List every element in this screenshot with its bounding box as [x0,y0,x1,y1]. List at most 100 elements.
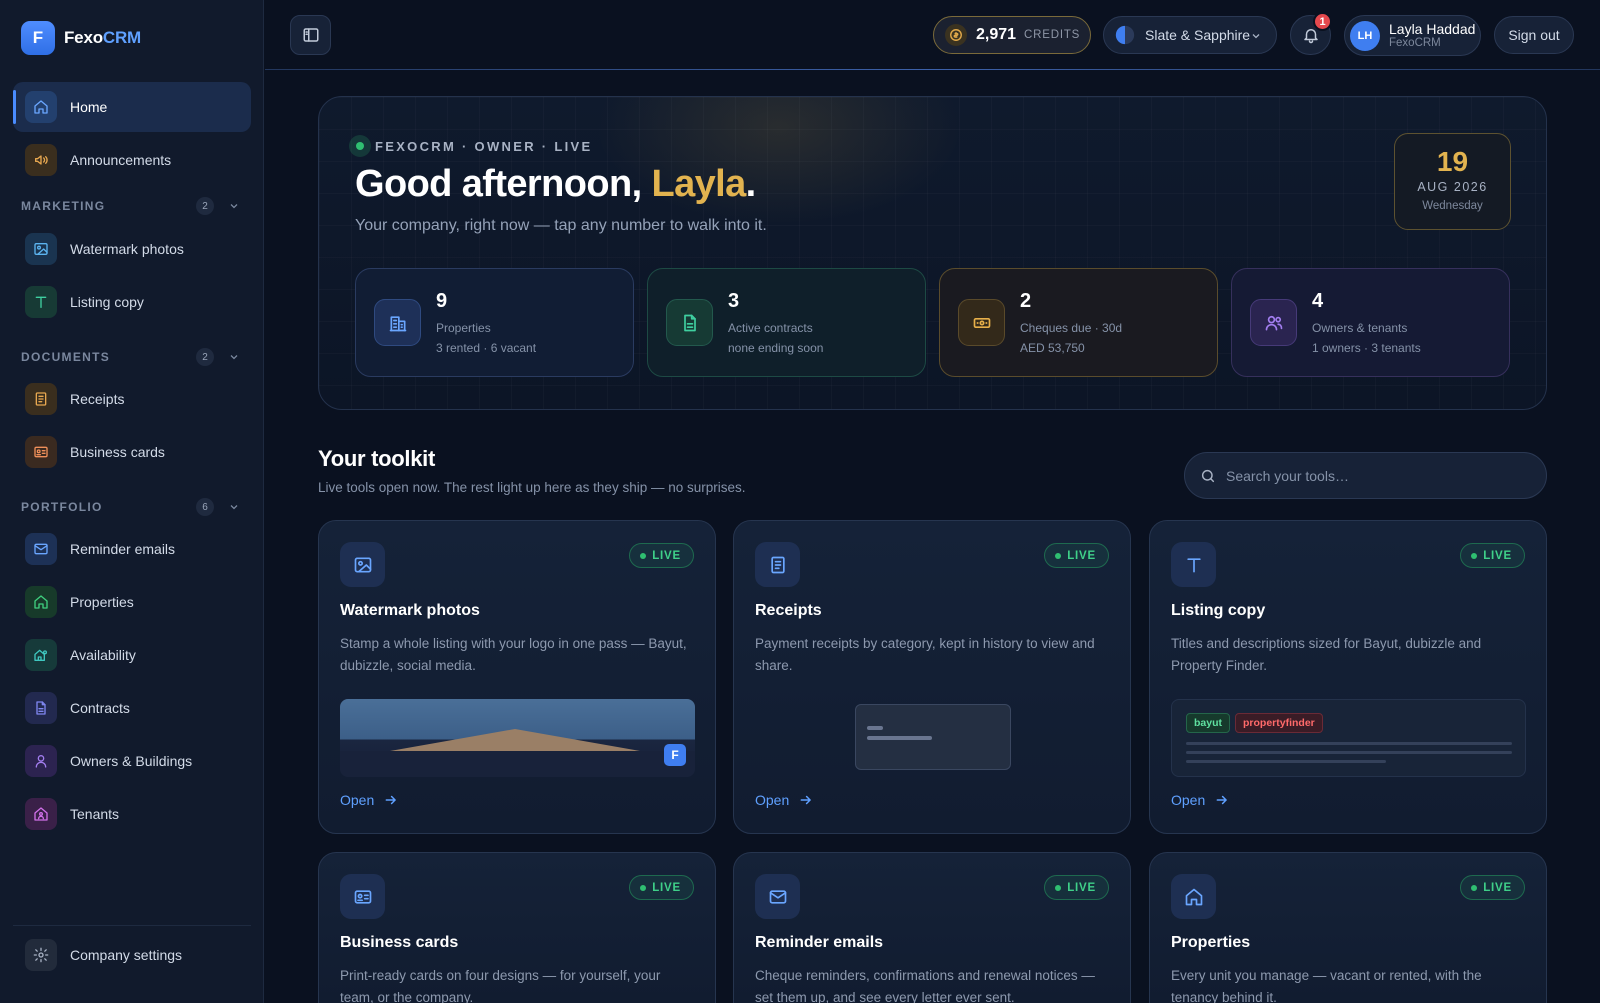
live-badge: LIVE [629,543,694,568]
notification-count-badge: 1 [1313,12,1332,31]
search-icon [1201,469,1215,482]
stat-label: Properties [436,321,491,335]
date-card: 19 AUG 2026 Wednesday [1394,133,1511,230]
section-count-badge: 6 [196,498,214,516]
sidebar-toggle-button[interactable] [290,15,331,55]
chevron-down-icon [1252,34,1260,39]
stat-card-owners-tenants[interactable]: 4 Owners & tenants 1 owners · 3 tenants [1231,268,1510,377]
credits-pill[interactable]: 2,971 CREDITS [933,16,1091,54]
stat-label: Owners & tenants [1312,321,1408,335]
user-icon [25,745,57,777]
sidebar-item-listing-copy[interactable]: Listing copy [13,277,251,327]
open-link-label: Open [1171,792,1206,808]
greeting-name: Layla [651,163,746,205]
live-badge-label: LIVE [1067,549,1096,562]
tool-title: Reminder emails [755,934,884,951]
sidebar-item-label: Reminder emails [70,541,176,557]
user-org: FexoCRM [1389,36,1441,49]
stat-card-contracts[interactable]: 3 Active contracts none ending soon [647,268,926,377]
date-month-year: AUG 2026 [1417,180,1488,194]
tool-card-reminder-emails[interactable]: LIVE Reminder emails Cheque reminders, c… [733,852,1131,1003]
section-documents[interactable]: DOCUMENTS 2 [21,347,246,367]
document-icon [666,299,713,346]
live-badge-label: LIVE [1483,549,1512,562]
sidebar-item-watermark-photos[interactable]: Watermark photos [13,224,251,274]
sidebar-item-label: Announcements [70,152,172,168]
sidebar-item-label: Owners & Buildings [70,753,193,769]
search-input[interactable] [1226,467,1526,484]
user-name: Layla Haddad [1389,20,1476,37]
tool-title: Listing copy [1171,602,1266,619]
tool-card-listing-copy[interactable]: LIVE Listing copy Titles and description… [1149,520,1547,834]
tag-bayut: bayut [1186,713,1231,733]
sidebar-item-home[interactable]: Home [13,82,251,132]
sidebar-item-receipts[interactable]: Receipts [13,374,251,424]
sidebar-item-label: Availability [70,647,136,663]
stat-value: 4 [1312,290,1324,312]
sidebar-item-owners-buildings[interactable]: Owners & Buildings [13,736,251,786]
tag-propertyfinder: propertyfinder [1235,713,1323,733]
avatar: LH [1350,20,1380,51]
stat-label: Cheques due · 30d [1020,321,1123,335]
tool-card-receipts[interactable]: LIVE Receipts Payment receipts by catego… [733,520,1131,834]
sidebar-item-label: Receipts [70,391,125,407]
stat-body: 2 Cheques due · 30d AED 53,750 [1020,290,1122,355]
arrow-right-icon [1216,795,1228,805]
banknote-icon [958,299,1005,346]
hero-subtitle: Your company, right now — tap any number… [355,217,767,234]
sidebar-item-tenants[interactable]: Tenants [13,789,251,839]
live-badge-label: LIVE [1483,881,1512,894]
toolkit-title: Your toolkit [318,446,435,471]
eyebrow-text: FEXOCRM · OWNER · LIVE [375,138,593,154]
greeting-prefix: Good afternoon, [355,163,652,205]
image-icon [25,233,57,265]
sidebar-item-reminder-emails[interactable]: Reminder emails [13,524,251,574]
tool-description: Every unit you manage — vacant or rented… [1171,968,1482,1003]
sidebar-item-contracts[interactable]: Contracts [13,683,251,733]
tool-description: Payment receipts by category, kept in hi… [755,636,1095,673]
image-icon [340,542,385,587]
toolkit-search[interactable] [1184,452,1547,499]
sidebar-item-company-settings[interactable]: Company settings [13,930,251,980]
section-title: PORTFOLIO [21,500,103,514]
id-card-icon [340,874,385,919]
section-marketing[interactable]: MARKETING 2 [21,196,246,216]
user-menu[interactable]: LH Layla Haddad FexoCRM [1344,15,1481,56]
tool-card-properties[interactable]: LIVE Properties Every unit you manage — … [1149,852,1547,1003]
building-icon [374,299,421,346]
sidebar-item-label: Company settings [70,947,183,963]
live-badge-label: LIVE [1067,881,1096,894]
tenant-home-icon [25,798,57,830]
sidebar-item-properties[interactable]: Properties [13,577,251,627]
sidebar-item-announcements[interactable]: Announcements [13,135,251,185]
tool-card-watermark-photos[interactable]: LIVE Watermark photos Stamp a whole list… [318,520,716,834]
mail-icon [755,874,800,919]
tool-title: Properties [1171,934,1251,951]
open-link[interactable]: Open [340,792,398,808]
section-portfolio[interactable]: PORTFOLIO 6 [21,497,246,517]
listing-copy-preview: bayut propertyfinder [1171,699,1526,777]
stat-card-properties[interactable]: 9 Properties 3 rented · 6 vacant [355,268,634,377]
tool-description: Cheque reminders, confirmations and rene… [755,968,1095,1003]
sign-out-button[interactable]: Sign out [1494,16,1574,54]
section-title: DOCUMENTS [21,350,111,364]
receipt-icon [25,383,57,415]
home-icon [25,91,57,123]
stat-value: 9 [436,290,448,312]
chevron-down-icon [230,355,238,360]
home-icon [1171,874,1216,919]
brand[interactable]: F FexoCRM [21,21,141,55]
live-badge: LIVE [1460,875,1525,900]
coin-icon [945,24,967,46]
open-link[interactable]: Open [755,792,813,808]
sidebar-item-business-cards[interactable]: Business cards [13,427,251,477]
tool-card-business-cards[interactable]: LIVE Business cards Print-ready cards on… [318,852,716,1003]
open-link[interactable]: Open [1171,792,1229,808]
sidebar-item-availability[interactable]: Availability [13,630,251,680]
stat-body: 9 Properties 3 rented · 6 vacant [436,290,536,355]
stat-card-cheques[interactable]: 2 Cheques due · 30d AED 53,750 [939,268,1218,377]
house-person-icon [25,639,57,671]
watermark-preview-image: F [340,699,695,777]
brand-logo: F [21,21,55,55]
theme-selector[interactable]: Slate & Sapphire [1103,16,1277,54]
